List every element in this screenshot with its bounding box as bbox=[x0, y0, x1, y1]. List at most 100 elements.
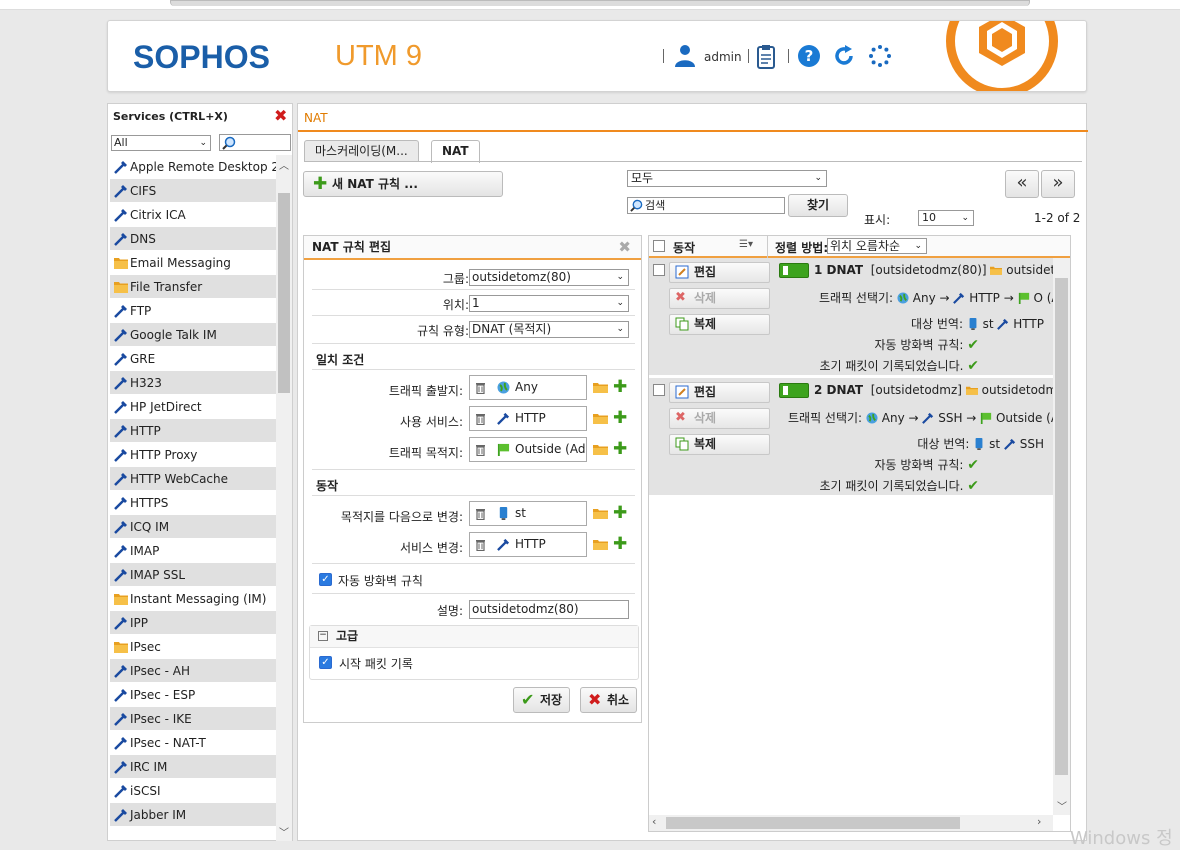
services-filter-value: All bbox=[114, 136, 128, 149]
sidebar-item[interactable]: IMAP bbox=[110, 539, 276, 563]
service-icon bbox=[114, 161, 127, 174]
tab-nat[interactable]: NAT bbox=[431, 140, 480, 163]
trash-icon[interactable] bbox=[475, 412, 486, 425]
find-button[interactable]: 찾기 bbox=[788, 194, 848, 217]
services-search-input[interactable] bbox=[219, 134, 291, 151]
scroll-up-icon[interactable]: ︿ bbox=[279, 157, 289, 172]
sidebar-item[interactable]: ICQ IM bbox=[110, 515, 276, 539]
rule-checkbox[interactable] bbox=[653, 264, 665, 276]
auto-firewall-line: 자동 방화벽 규칙: ✔ bbox=[874, 336, 979, 353]
rule-edit-button[interactable]: 편집 bbox=[669, 382, 770, 403]
rule-number: 2 DNAT bbox=[814, 383, 864, 397]
save-button[interactable]: ✔ 저장 bbox=[513, 687, 570, 713]
sidebar-item-label: IMAP SSL bbox=[130, 568, 186, 582]
sidebar-item[interactable]: Jabber IM bbox=[110, 803, 276, 827]
close-icon[interactable]: ✖ bbox=[618, 236, 631, 258]
select-all-checkbox[interactable] bbox=[653, 240, 665, 252]
sidebar-item[interactable]: IPsec - IKE bbox=[110, 707, 276, 731]
advanced-toggle[interactable]: − 고급 bbox=[310, 626, 638, 648]
add-icon[interactable]: ✚ bbox=[613, 410, 627, 427]
scroll-thumb[interactable] bbox=[1055, 278, 1068, 775]
sidebar-item[interactable]: IPsec - ESP bbox=[110, 683, 276, 707]
scroll-thumb[interactable] bbox=[278, 193, 290, 393]
source-object[interactable]: Any bbox=[469, 375, 587, 400]
sidebar-item[interactable]: HTTP bbox=[110, 419, 276, 443]
user-icon[interactable] bbox=[674, 44, 696, 68]
help-icon[interactable]: ? bbox=[798, 45, 820, 67]
sidebar-item[interactable]: HTTP Proxy bbox=[110, 443, 276, 467]
sidebar-item[interactable]: Google Talk IM bbox=[110, 323, 276, 347]
rule-list-horizontal-scrollbar[interactable]: ‹ › bbox=[649, 815, 1053, 831]
sidebar-item[interactable]: HTTP WebCache bbox=[110, 467, 276, 491]
sidebar-item[interactable]: Email Messaging bbox=[110, 251, 276, 275]
sidebar-item-label: HTTPS bbox=[130, 496, 169, 510]
prev-page-button[interactable]: « bbox=[1005, 170, 1039, 198]
rule-enable-toggle[interactable] bbox=[779, 263, 809, 278]
add-icon[interactable]: ✚ bbox=[613, 505, 627, 522]
sidebar-item[interactable]: iSCSI bbox=[110, 779, 276, 803]
tab-masquerading[interactable]: 마스커레이딩(M... bbox=[304, 140, 419, 162]
sidebar-item[interactable]: IMAP SSL bbox=[110, 563, 276, 587]
scroll-thumb[interactable] bbox=[666, 817, 960, 829]
services-scrollbar[interactable]: ︿ ﹀ bbox=[276, 155, 292, 841]
services-filter-select[interactable]: All ⌄ bbox=[111, 135, 211, 151]
rule-delete-button[interactable]: ✖ 삭제 bbox=[669, 288, 770, 309]
rule-number: 1 DNAT bbox=[814, 263, 864, 277]
sidebar-item[interactable]: File Transfer bbox=[110, 275, 276, 299]
rule-list-vertical-scrollbar[interactable]: ﹀ bbox=[1053, 258, 1070, 815]
sidebar-item[interactable]: Apple Remote Desktop 2&3 bbox=[110, 155, 276, 179]
position-select[interactable]: 1 ⌄ bbox=[469, 295, 629, 312]
comment-input[interactable]: outsidetodmz(80) bbox=[469, 600, 629, 619]
refresh-icon[interactable] bbox=[832, 44, 856, 68]
breadcrumb: NAT bbox=[304, 111, 328, 125]
action-bottom-divider bbox=[312, 533, 635, 564]
sidebar-item[interactable]: GRE bbox=[110, 347, 276, 371]
rule-clone-button[interactable]: 복제 bbox=[669, 314, 770, 335]
rule-delete-button[interactable]: ✖ 삭제 bbox=[669, 408, 770, 429]
rule-checkbox[interactable] bbox=[653, 384, 665, 396]
sidebar-item[interactable]: FTP bbox=[110, 299, 276, 323]
new-nat-rule-button[interactable]: ✚ 새 NAT 규칙 ... bbox=[303, 171, 503, 197]
rule-clone-button[interactable]: 복제 bbox=[669, 434, 770, 455]
folder-icon[interactable] bbox=[593, 381, 608, 393]
service-icon bbox=[114, 305, 127, 318]
sidebar-item[interactable]: IPsec - AH bbox=[110, 659, 276, 683]
trash-icon[interactable] bbox=[475, 507, 486, 520]
clipboard-icon[interactable] bbox=[756, 44, 776, 69]
close-icon[interactable]: ✖ bbox=[274, 106, 287, 125]
sidebar-item[interactable]: DNS bbox=[110, 227, 276, 251]
sidebar-item[interactable]: H323 bbox=[110, 371, 276, 395]
scroll-right-icon[interactable]: › bbox=[1037, 815, 1041, 828]
add-icon[interactable]: ✚ bbox=[613, 379, 627, 396]
folder-icon[interactable] bbox=[593, 507, 608, 519]
search-input[interactable]: 검색 bbox=[627, 197, 785, 214]
scroll-left-icon[interactable]: ‹ bbox=[652, 815, 656, 828]
username[interactable]: admin bbox=[704, 50, 742, 64]
rule-edit-button[interactable]: 편집 bbox=[669, 262, 770, 283]
scroll-down-icon[interactable]: ﹀ bbox=[1057, 798, 1067, 813]
sidebar-item[interactable]: IPsec bbox=[110, 635, 276, 659]
rule-type-select[interactable]: DNAT (목적지) ⌄ bbox=[469, 321, 629, 338]
group-filter-select[interactable]: 모두 ⌄ bbox=[627, 170, 827, 187]
sort-select[interactable]: 위치 오름차순 ⌄ bbox=[827, 238, 927, 254]
sidebar-item[interactable]: HTTPS bbox=[110, 491, 276, 515]
sidebar-item[interactable]: HP JetDirect bbox=[110, 395, 276, 419]
sidebar-item[interactable]: CIFS bbox=[110, 179, 276, 203]
sidebar-item[interactable]: Instant Messaging (IM) bbox=[110, 587, 276, 611]
service-object[interactable]: HTTP bbox=[469, 406, 587, 431]
sidebar-item[interactable]: IRC IM bbox=[110, 755, 276, 779]
next-page-button[interactable]: » bbox=[1041, 170, 1075, 198]
rule-enable-toggle[interactable] bbox=[779, 383, 809, 398]
sidebar-item[interactable]: Citrix ICA bbox=[110, 203, 276, 227]
column-menu-icon[interactable]: ☰▾ bbox=[739, 239, 753, 250]
log-initial-packets-checkbox[interactable]: ✓ bbox=[319, 656, 332, 669]
sidebar-item[interactable]: IPP bbox=[110, 611, 276, 635]
trash-icon[interactable] bbox=[475, 381, 486, 394]
change-destination-object[interactable]: st bbox=[469, 501, 587, 526]
sidebar-item[interactable]: IPsec - NAT-T bbox=[110, 731, 276, 755]
scroll-down-icon[interactable]: ﹀ bbox=[279, 824, 289, 839]
cancel-button[interactable]: ✖ 취소 bbox=[580, 687, 637, 713]
group-select[interactable]: outsidetomz(80) ⌄ bbox=[469, 269, 629, 286]
show-count-select[interactable]: 10 ⌄ bbox=[918, 210, 974, 226]
folder-icon[interactable] bbox=[593, 412, 608, 424]
